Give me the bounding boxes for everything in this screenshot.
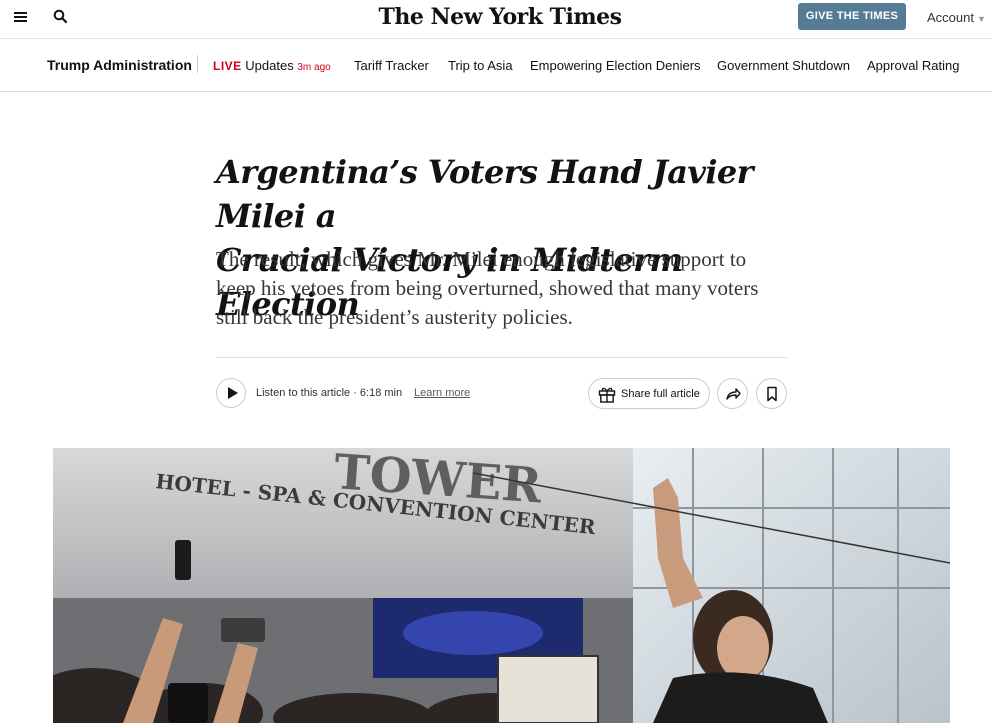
live-updates-link[interactable]: LIVE Updates 3m ago xyxy=(213,58,331,73)
share-full-article-label: Share full article xyxy=(621,388,700,400)
lead-photo: TOWER HOTEL - SPA & CONVENTION CENTER xyxy=(53,448,950,723)
summary-divider xyxy=(216,357,787,358)
nav-link-trip-to-asia[interactable]: Trip to Asia xyxy=(448,58,513,73)
live-updates-time: 3m ago xyxy=(297,62,331,73)
give-the-times-button[interactable]: GIVE THE TIMES xyxy=(798,3,906,30)
section-title-link[interactable]: Trump Administration xyxy=(47,57,192,73)
learn-more-link[interactable]: Learn more xyxy=(414,387,470,399)
share-arrow-icon[interactable] xyxy=(717,378,748,409)
section-subnav: Trump Administration LIVE Updates 3m ago… xyxy=(0,39,992,92)
play-icon[interactable] xyxy=(216,378,246,408)
search-icon[interactable] xyxy=(52,8,70,26)
listen-to-article-label[interactable]: Listen to this article · 6:18 min xyxy=(256,387,402,399)
chevron-down-icon: ▼ xyxy=(976,14,986,24)
article-summary: The result, which gives Mr. Milei enough… xyxy=(216,247,759,329)
nav-link-election-deniers[interactable]: Empowering Election Deniers xyxy=(530,58,701,73)
bookmark-icon[interactable] xyxy=(756,378,787,409)
live-updates-label: Updates xyxy=(245,58,294,73)
hamburger-menu-icon[interactable] xyxy=(12,8,30,26)
gift-icon xyxy=(598,387,616,403)
subnav-divider xyxy=(197,55,198,73)
nav-link-tariff-tracker[interactable]: Tariff Tracker xyxy=(354,58,429,73)
masthead: The New York Times GIVE THE TIMES Accoun… xyxy=(0,0,992,39)
nav-link-approval-rating[interactable]: Approval Rating xyxy=(867,58,960,73)
live-badge: LIVE xyxy=(213,59,242,73)
nyt-logo[interactable]: The New York Times xyxy=(370,4,630,30)
account-menu[interactable]: Account ▼ xyxy=(927,10,986,25)
share-full-article-button[interactable]: Share full article xyxy=(588,378,710,409)
account-label: Account xyxy=(927,10,974,25)
headline-line-1: Argentina’s Voters Hand Javier Milei a xyxy=(216,153,754,235)
nav-link-government-shutdown[interactable]: Government Shutdown xyxy=(717,58,850,73)
